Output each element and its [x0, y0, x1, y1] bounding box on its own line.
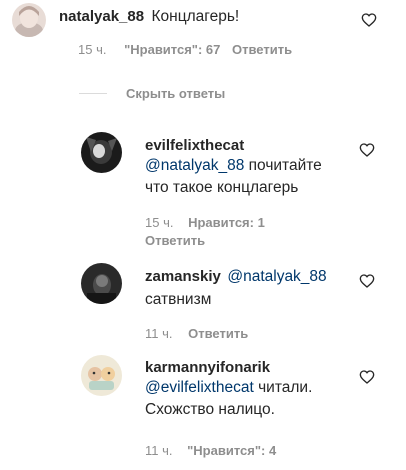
reply-button-label: Ответить [145, 233, 206, 248]
reply-meta: 11 ч. "Нравится": 4 [145, 443, 276, 458]
likes-count[interactable]: "Нравится": 4 [187, 443, 276, 458]
reply-text: @evilfelixthecat читали. Схожство налицо… [145, 377, 360, 421]
reply-button[interactable]: Ответить [188, 326, 248, 341]
avatar[interactable] [81, 263, 122, 304]
mention-link[interactable]: @natalyak_88 [145, 157, 244, 174]
reply-text-line1: почитайте [248, 157, 322, 174]
avatar-image [81, 355, 122, 396]
comment-meta: 15 ч. "Нравится": 67 Ответить [78, 42, 292, 57]
heart-outline-icon[interactable] [359, 369, 375, 385]
timestamp[interactable]: 11 ч. [145, 326, 173, 341]
heart-outline-icon[interactable] [359, 142, 375, 158]
hide-replies-label: Скрыть ответы [126, 86, 226, 101]
avatar-image [81, 263, 122, 304]
replies-divider [79, 93, 107, 94]
reply-body: evilfelixthecat @natalyak_88 почитайте ч… [145, 137, 360, 199]
likes-count[interactable]: "Нравится": 67 [124, 42, 220, 57]
reply-meta: 11 ч. Ответить [145, 326, 248, 341]
username[interactable]: karmannyifonarik [145, 359, 360, 376]
reply-body: karmannyifonarik @evilfelixthecat читали… [145, 359, 360, 421]
timestamp[interactable]: 11 ч. [145, 443, 173, 458]
username[interactable]: evilfelixthecat [145, 137, 360, 154]
reply-text: сатвнизм [145, 291, 212, 308]
timestamp[interactable]: 15 ч. [145, 215, 173, 230]
reply-text-line2: Схожство налицо. [145, 401, 275, 418]
reply-body: zamanskiy @natalyak_88 сатвнизм [145, 266, 360, 311]
timestamp[interactable]: 15 ч. [78, 42, 106, 57]
reply-meta: 15 ч. Нравится: 1 [145, 215, 265, 230]
reply-button[interactable]: Ответить [145, 233, 205, 248]
username[interactable]: natalyak_88 [59, 8, 144, 25]
heart-outline-icon[interactable] [359, 273, 375, 289]
avatar[interactable] [12, 3, 46, 37]
mention-link[interactable]: @evilfelixthecat [145, 379, 254, 396]
comment-body: natalyak_88 Концлагерь! [59, 6, 239, 28]
reply-button[interactable]: Ответить [232, 42, 292, 57]
reply-text-line2: что такое концлагерь [145, 179, 299, 196]
avatar[interactable] [81, 355, 122, 396]
reply-text-line1: читали. [258, 379, 313, 396]
avatar-image [12, 3, 46, 37]
avatar-image [81, 132, 122, 173]
likes-count[interactable]: Нравится: 1 [188, 215, 265, 230]
mention-link[interactable]: @natalyak_88 [227, 268, 326, 285]
heart-outline-icon[interactable] [361, 12, 377, 28]
username[interactable]: zamanskiy [145, 268, 221, 285]
reply-text: @natalyak_88 почитайте что такое концлаг… [145, 155, 360, 199]
hide-replies-button[interactable]: Скрыть ответы [126, 86, 225, 101]
comment-text: Концлагерь! [151, 8, 240, 25]
avatar[interactable] [81, 132, 122, 173]
